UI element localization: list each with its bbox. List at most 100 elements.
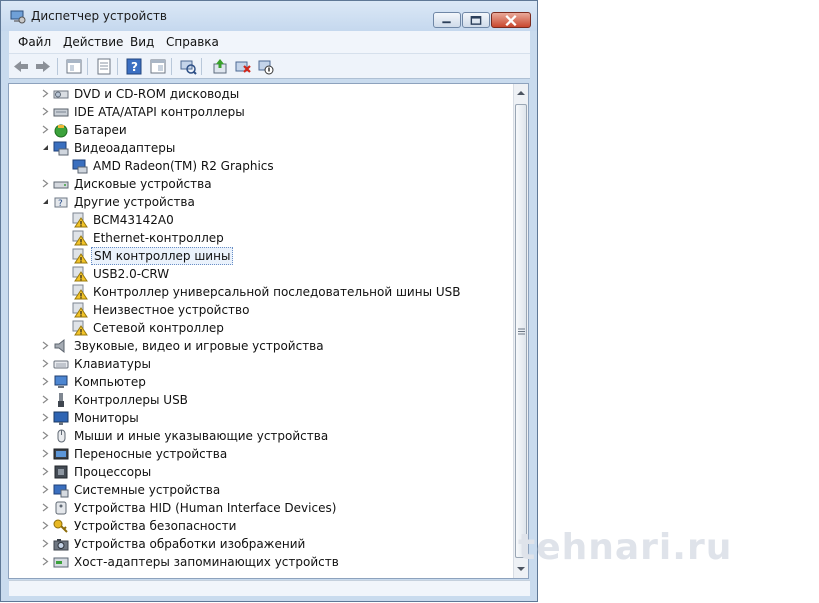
toolbar: ? — [9, 53, 530, 79]
up-level-icon[interactable] — [65, 58, 83, 75]
tree-item-label: IDE ATA/ATAPI контроллеры — [74, 105, 245, 119]
watermark: tehnari.ru — [518, 527, 733, 568]
warning-device-icon — [72, 284, 88, 300]
collapsed-arrow-icon[interactable] — [41, 449, 50, 458]
tree-item-label: Устройства обработки изображений — [74, 537, 306, 551]
collapsed-arrow-icon[interactable] — [41, 125, 50, 134]
collapsed-arrow-icon[interactable] — [41, 413, 50, 422]
menu-action[interactable]: Действие — [63, 35, 123, 49]
collapsed-arrow-icon[interactable] — [41, 341, 50, 350]
toolbar-separator — [57, 58, 58, 75]
show-hide-icon[interactable] — [149, 58, 167, 75]
device-manager-icon — [10, 10, 26, 24]
scrollbar-thumb[interactable] — [515, 104, 527, 558]
tree-item-label: SM контроллер шины — [91, 247, 234, 265]
disable-device-icon[interactable] — [257, 58, 275, 75]
tree-item-label: Батареи — [74, 123, 127, 137]
warning-device-icon — [72, 248, 88, 264]
scan-hardware-icon[interactable] — [179, 58, 197, 75]
collapsed-arrow-icon[interactable] — [41, 431, 50, 440]
collapsed-arrow-icon[interactable] — [41, 485, 50, 494]
vertical-scrollbar[interactable] — [513, 84, 528, 578]
tree-item-label: Контроллер универсальной последовательно… — [93, 285, 461, 299]
scroll-up-icon[interactable] — [516, 88, 526, 98]
collapsed-arrow-icon[interactable] — [41, 467, 50, 476]
collapsed-arrow-icon[interactable] — [41, 395, 50, 404]
tree-item-label: Видеоадаптеры — [74, 141, 176, 155]
warning-device-icon — [72, 212, 88, 228]
toolbar-separator — [117, 58, 118, 75]
toolbar-separator — [171, 58, 172, 75]
expanded-arrow-icon[interactable] — [41, 143, 50, 152]
tree-item-label: Компьютер — [74, 375, 146, 389]
collapsed-arrow-icon[interactable] — [41, 377, 50, 386]
title-bar[interactable]: Диспетчер устройств — [1, 1, 537, 31]
collapsed-arrow-icon[interactable] — [41, 557, 50, 566]
tree-item-label: Устройства безопасности — [74, 519, 237, 533]
tree-item-label: USB2.0-CRW — [93, 267, 170, 281]
tree-item-label: Переносные устройства — [74, 447, 228, 461]
tree-item-label: Контроллеры USB — [74, 393, 188, 407]
tree-item-label: Мониторы — [74, 411, 139, 425]
collapsed-arrow-icon[interactable] — [41, 179, 50, 188]
warning-device-icon — [72, 302, 88, 318]
system-device-icon — [53, 484, 69, 498]
window-title: Диспетчер устройств — [31, 9, 168, 23]
help-icon[interactable]: ? — [125, 58, 143, 75]
portable-device-icon — [53, 448, 69, 460]
ide-controller-icon — [53, 108, 69, 117]
svg-text:?: ? — [131, 60, 138, 74]
tree-item-label: Другие устройства — [74, 195, 195, 209]
forward-icon[interactable] — [34, 58, 52, 75]
properties-icon[interactable] — [95, 58, 113, 75]
tree-item-label: Устройства HID (Human Interface Devices) — [74, 501, 337, 515]
usb-icon — [58, 393, 64, 407]
speaker-icon — [54, 338, 65, 354]
tree-item-label: Мыши и иные указывающие устройства — [74, 429, 329, 443]
tree-item-label: Хост-адаптеры запоминающих устройств — [74, 555, 339, 569]
collapsed-arrow-icon[interactable] — [41, 539, 50, 548]
tree-item-label: Звуковые, видео и игровые устройства — [74, 339, 324, 353]
tree-item-label: Ethernet-контроллер — [93, 231, 224, 245]
camera-icon — [53, 539, 69, 551]
toolbar-separator — [87, 58, 88, 75]
storage-adapter-icon — [53, 557, 69, 568]
update-driver-icon[interactable] — [211, 58, 229, 75]
menu-help[interactable]: Справка — [166, 35, 219, 49]
collapsed-arrow-icon[interactable] — [41, 107, 50, 116]
disk-drive-icon — [53, 181, 69, 189]
menu-file[interactable]: Файл — [18, 35, 51, 49]
uninstall-icon[interactable] — [234, 58, 252, 75]
tree-item-label: Клавиатуры — [74, 357, 151, 371]
display-adapter-icon — [72, 159, 88, 174]
keyboard-icon — [53, 360, 69, 369]
tree-item-label: AMD Radeon(TM) R2 Graphics — [93, 159, 274, 173]
minimize-icon — [442, 21, 451, 24]
tree-item-label: Сетевой контроллер — [93, 321, 224, 335]
tree-item-label: DVD и CD-ROM дисководы — [74, 87, 240, 101]
minimize-button[interactable] — [433, 12, 461, 28]
display-adapter-icon — [53, 141, 69, 156]
mouse-icon — [57, 429, 66, 443]
tree-item-label: Дисковые устройства — [74, 177, 212, 191]
maximize-button[interactable] — [462, 12, 490, 28]
tree-item-label: Процессоры — [74, 465, 152, 479]
toolbar-separator — [201, 58, 202, 75]
collapsed-arrow-icon[interactable] — [41, 89, 50, 98]
menu-view[interactable]: Вид — [130, 35, 154, 49]
warning-device-icon — [72, 230, 88, 246]
menu-bar: Файл Действие Вид Справка — [9, 31, 530, 53]
security-key-icon — [53, 519, 68, 533]
grip-icon — [518, 328, 525, 335]
tree-item-label: BCM43142A0 — [93, 213, 174, 227]
collapsed-arrow-icon[interactable] — [41, 359, 50, 368]
tree-item-label: Неизвестное устройство — [93, 303, 250, 317]
collapsed-arrow-icon[interactable] — [41, 521, 50, 530]
battery-icon — [54, 124, 68, 138]
expanded-arrow-icon[interactable] — [41, 197, 50, 206]
dvd-drive-icon — [53, 90, 69, 99]
status-bar — [9, 580, 530, 596]
back-icon[interactable] — [12, 58, 30, 75]
collapsed-arrow-icon[interactable] — [41, 503, 50, 512]
close-button[interactable] — [491, 12, 531, 28]
